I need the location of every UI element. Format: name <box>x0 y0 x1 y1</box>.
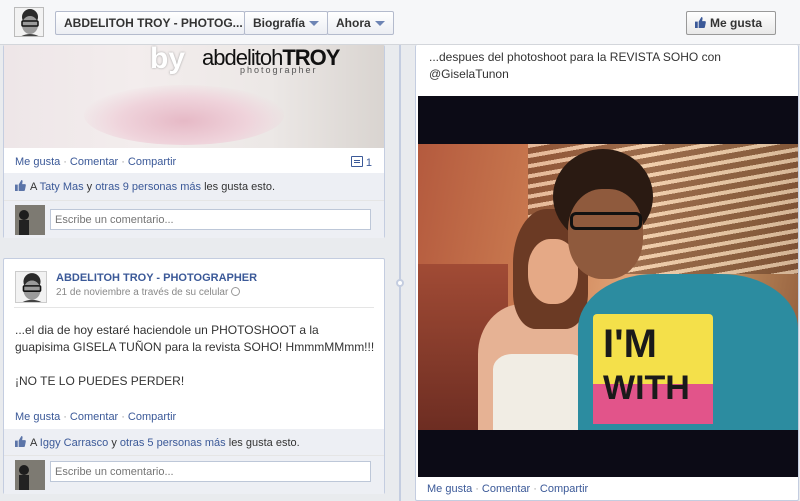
thumbs-up-icon <box>15 180 26 191</box>
likes-suffix: les gusta esto. <box>204 181 276 193</box>
commenter-avatar <box>15 205 45 235</box>
divider <box>14 307 374 308</box>
photo-person <box>493 354 588 430</box>
separator: · <box>475 483 479 495</box>
timeline-line <box>399 45 401 501</box>
now-label: Ahora <box>336 16 371 30</box>
post-card-photoshoot: ...despues del photoshoot para la REVIST… <box>415 45 799 501</box>
comment-input[interactable] <box>50 461 371 482</box>
commenter-avatar <box>15 460 45 490</box>
now-dropdown[interactable]: Ahora <box>327 11 394 35</box>
separator: · <box>121 411 125 423</box>
post-text-line: guapisima GISELA TUÑON para la revista S… <box>15 340 375 354</box>
like-link[interactable]: Me gusta <box>427 483 472 495</box>
likes-sentence: A Taty Mas y otras 9 personas más les gu… <box>15 180 275 193</box>
separator: · <box>121 156 125 168</box>
shirt-text: I'M WITH <box>603 322 690 410</box>
others-link[interactable]: otras 9 personas más <box>95 181 201 193</box>
post-meta: 21 de noviembre a través de su celular <box>56 287 241 298</box>
post-text-line: ¡NO TE LO PUEDES PERDER! <box>15 374 185 388</box>
share-link[interactable]: Compartir <box>128 411 176 423</box>
post-text-line: ...el dia de hoy estaré haciendole un PH… <box>15 323 319 337</box>
photo-lips <box>84 85 284 145</box>
author-avatar[interactable] <box>15 271 47 303</box>
post-text: ...el dia de hoy estaré haciendole un PH… <box>15 322 375 390</box>
bio-label: Biografía <box>253 16 306 30</box>
comment-link[interactable]: Comentar <box>70 156 118 168</box>
post-text: ...despues del photoshoot para la REVIST… <box>429 49 789 83</box>
likes-sentence: A Iggy Carrasco y otras 5 personas más l… <box>15 436 300 449</box>
post-card-status: ABDELITOH TROY - PHOTOGRAPHER 21 de novi… <box>3 258 385 494</box>
comment-link[interactable]: Comentar <box>70 411 118 423</box>
post-feedback: A Taty Mas y otras 9 personas más les gu… <box>4 173 384 238</box>
page-title-button[interactable]: ABDELITOH TROY - PHOTOG... <box>55 11 245 35</box>
avatar-image <box>15 460 45 490</box>
post-text-line: ...despues del photoshoot para la REVIST… <box>429 50 721 64</box>
post-actions: Me gusta · Comentar · Compartir <box>427 483 588 495</box>
page-like-label: Me gusta <box>710 16 763 30</box>
page-like-button[interactable]: Me gusta <box>686 11 776 35</box>
comment-box <box>4 200 384 238</box>
share-link[interactable]: Compartir <box>540 483 588 495</box>
comment-icon <box>350 156 363 167</box>
comment-link[interactable]: Comentar <box>482 483 530 495</box>
page-header: ABDELITOH TROY - PHOTOG... Biografía Aho… <box>0 0 800 45</box>
page-title: ABDELITOH TROY - PHOTOG... <box>64 16 243 30</box>
likes-prefix: A <box>30 437 37 449</box>
globe-icon <box>231 287 241 296</box>
comment-input[interactable] <box>50 209 371 230</box>
thumbs-up-icon <box>15 436 26 447</box>
thumbs-up-icon <box>695 17 706 28</box>
post-actions: Me gusta · Comentar · Compartir <box>15 411 176 423</box>
comment-count[interactable]: 1 <box>350 156 372 169</box>
likes-prefix: A <box>30 181 37 193</box>
post-actions: Me gusta · Comentar · Compartir <box>15 156 176 168</box>
likes-middle: y <box>86 181 93 193</box>
chevron-down-icon <box>374 21 385 27</box>
avatar-image <box>15 205 45 235</box>
like-link[interactable]: Me gusta <box>15 156 60 168</box>
shirt-text-line: I'M <box>603 322 657 366</box>
post-photo[interactable]: I'M WITH <box>418 96 798 477</box>
others-link[interactable]: otras 5 personas más <box>120 437 226 449</box>
likes-suffix: les gusta esto. <box>228 437 300 449</box>
separator: · <box>533 483 537 495</box>
post-text-line: @GiselaTunon <box>429 67 509 81</box>
post-timestamp[interactable]: 21 de noviembre a través de su celular <box>56 287 228 298</box>
separator: · <box>63 411 67 423</box>
page-avatar[interactable] <box>14 7 44 37</box>
post-author[interactable]: ABDELITOH TROY - PHOTOGRAPHER <box>56 272 257 284</box>
post-feedback: A Iggy Carrasco y otras 5 personas más l… <box>4 429 384 494</box>
avatar-image <box>15 8 43 36</box>
bio-dropdown[interactable]: Biografía <box>244 11 328 35</box>
liker-link[interactable]: Taty Mas <box>40 181 84 193</box>
comment-count-value: 1 <box>365 157 372 169</box>
watermark-sub: photographer <box>240 65 318 75</box>
avatar-image <box>16 272 46 302</box>
photo-glasses <box>570 212 642 230</box>
likes-middle: y <box>111 437 117 449</box>
post-card-photo: by abdelitohTROY photographer Me gusta · C… <box>3 45 385 238</box>
photo-scene: I'M WITH <box>418 144 798 430</box>
liker-link[interactable]: Iggy Carrasco <box>40 437 108 449</box>
photo-person <box>568 189 643 279</box>
watermark-by: by <box>150 45 186 75</box>
like-link[interactable]: Me gusta <box>15 411 60 423</box>
post-photo[interactable]: by abdelitohTROY photographer <box>4 45 384 148</box>
shirt-text-line: WITH <box>603 369 690 407</box>
chevron-down-icon <box>309 21 320 27</box>
share-link[interactable]: Compartir <box>128 156 176 168</box>
comment-box <box>4 455 384 494</box>
separator: · <box>63 156 67 168</box>
timeline-dot <box>396 279 404 287</box>
